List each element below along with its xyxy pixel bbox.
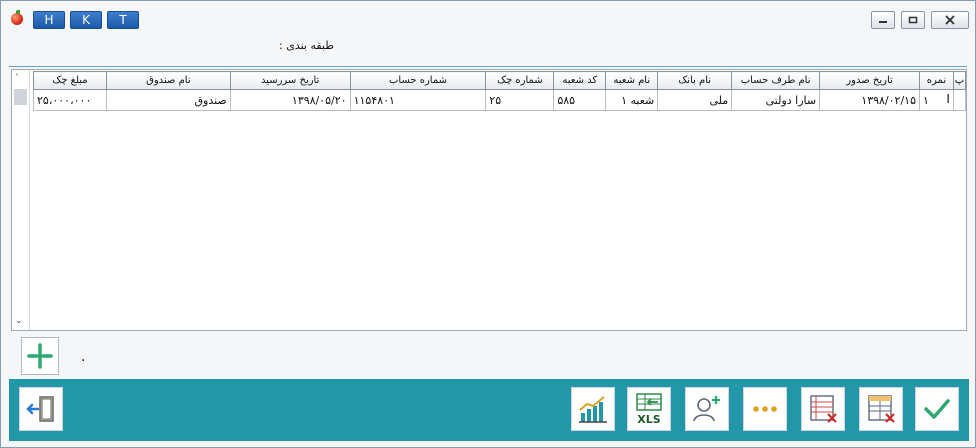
table-header-row: مبلغ چک نام صندوق تاریخ سررسید شماره حسا… <box>33 71 967 90</box>
add-user-button[interactable] <box>685 387 729 431</box>
cell-number-value: ۱ <box>922 93 929 107</box>
column-header-issue-date[interactable]: تاریخ صدور <box>819 71 920 90</box>
check-list-window: H K T طبقه بندی : ˄ ⌄ مبلغ چک نام صندوق … <box>0 0 976 448</box>
delete-table-icon <box>868 395 895 423</box>
cell-bank-name[interactable]: ملی <box>657 89 733 111</box>
column-header-number[interactable]: نمره <box>918 71 954 90</box>
column-header-bank-name[interactable]: نام بانک <box>657 71 733 90</box>
cell-branch-code[interactable]: ۵۸۵ <box>553 89 607 111</box>
t-button[interactable]: T <box>107 11 139 29</box>
text-cursor-icon: I <box>946 92 950 106</box>
column-header-party-name[interactable]: نام طرف حساب <box>731 71 821 90</box>
cell-due-date[interactable]: ۱۳۹۸/۰۵/۲۰ <box>229 89 351 111</box>
column-header-branch-code[interactable]: کد شعبه <box>553 71 607 90</box>
app-logo-icon <box>11 10 23 25</box>
delete-table-button[interactable] <box>859 387 903 431</box>
close-icon <box>932 12 968 28</box>
cell-row-marker[interactable] <box>952 89 967 111</box>
cell-account-number[interactable]: ۱۱۵۴۸۰۱ <box>349 89 487 111</box>
cell-fund-name[interactable]: صندوق <box>105 89 231 111</box>
column-header-check-number[interactable]: شماره چک <box>485 71 555 90</box>
more-button[interactable] <box>743 387 787 431</box>
title-bar: H K T <box>1 1 975 31</box>
exit-door-icon <box>26 396 54 422</box>
cell-branch-name[interactable]: شعبه ۱ <box>605 89 659 111</box>
minimize-button[interactable] <box>871 11 895 29</box>
header-panel: طبقه بندی : <box>9 31 967 67</box>
chart-button[interactable] <box>571 387 615 431</box>
bar-chart-icon <box>579 396 607 423</box>
delete-rows-button[interactable] <box>801 387 845 431</box>
confirm-button[interactable] <box>915 387 959 431</box>
bottom-toolbar: XLS <box>9 379 969 441</box>
plus-icon <box>27 343 53 369</box>
cell-number[interactable]: ۱ I <box>918 89 954 111</box>
add-row-panel: . <box>11 331 967 379</box>
column-header-row[interactable]: پ <box>952 71 967 90</box>
scroll-up-icon[interactable]: ˄ <box>15 73 19 82</box>
close-button[interactable] <box>931 11 969 29</box>
column-header-amount[interactable]: مبلغ چک <box>33 71 107 90</box>
column-header-branch-name[interactable]: نام شعبه <box>605 71 659 90</box>
add-row-button[interactable] <box>21 337 59 375</box>
scroll-thumb[interactable] <box>14 89 27 105</box>
h-button[interactable]: H <box>33 11 65 29</box>
excel-export-icon: XLS <box>636 393 662 426</box>
more-dots-icon <box>753 406 777 412</box>
restore-icon <box>902 12 924 28</box>
cell-check-number[interactable]: ۲۵ <box>485 89 555 111</box>
excel-export-button[interactable]: XLS <box>627 387 671 431</box>
xls-label: XLS <box>637 413 660 426</box>
checks-table: مبلغ چک نام صندوق تاریخ سررسید شماره حسا… <box>33 71 967 111</box>
classification-label: طبقه بندی : <box>279 39 334 52</box>
cell-amount[interactable]: ۲۵،۰۰۰،۰۰۰ <box>33 89 107 111</box>
exit-button[interactable] <box>19 387 63 431</box>
k-button[interactable]: K <box>70 11 102 29</box>
delete-list-icon <box>810 395 837 423</box>
scroll-down-icon[interactable]: ⌄ <box>15 316 23 326</box>
restore-button[interactable] <box>901 11 925 29</box>
checks-grid[interactable]: ˄ ⌄ مبلغ چک نام صندوق تاریخ سررسید شماره… <box>11 69 967 331</box>
check-icon <box>924 399 950 419</box>
column-header-due-date[interactable]: تاریخ سررسید <box>229 71 351 90</box>
minimize-icon <box>872 12 894 28</box>
vertical-scrollbar[interactable]: ˄ ⌄ <box>12 70 30 330</box>
cell-issue-date[interactable]: ۱۳۹۸/۰۲/۱۵ <box>819 89 920 111</box>
column-header-account-number[interactable]: شماره حساب <box>349 71 487 90</box>
table-row[interactable]: ۲۵،۰۰۰،۰۰۰ صندوق ۱۳۹۸/۰۵/۲۰ ۱۱۵۴۸۰۱ ۲۵ ۵… <box>33 89 967 111</box>
column-header-fund-name[interactable]: نام صندوق <box>105 71 231 90</box>
status-text: . <box>81 349 86 365</box>
add-user-icon <box>693 396 720 422</box>
cell-party-name[interactable]: سارا دولتی <box>731 89 821 111</box>
